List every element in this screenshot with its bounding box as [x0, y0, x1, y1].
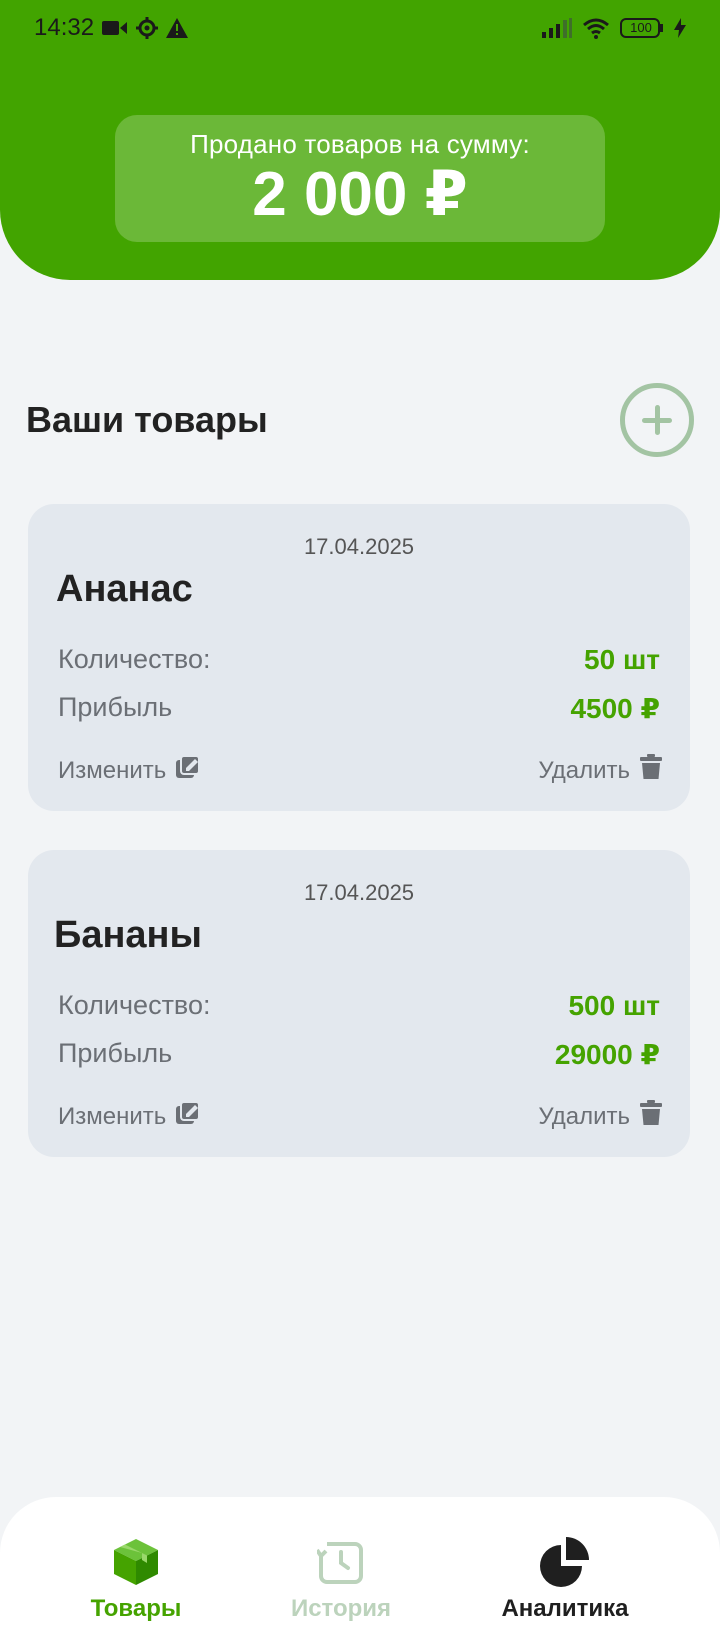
edit-label: Изменить	[58, 1102, 167, 1130]
delete-button[interactable]: Удалить	[538, 1100, 662, 1133]
edit-button[interactable]: Изменить	[58, 754, 202, 787]
add-product-button[interactable]	[620, 383, 694, 457]
edit-button[interactable]: Изменить	[58, 1100, 202, 1133]
edit-icon	[176, 1100, 202, 1133]
profit-value: 4500 ₽	[570, 693, 660, 724]
status-time: 14:32	[34, 14, 95, 41]
status-bar: 14:32 100	[0, 0, 720, 56]
battery-icon: 100	[620, 17, 664, 39]
nav-label-goods: Товары	[90, 1595, 182, 1622]
delete-label: Удалить	[538, 756, 630, 784]
product-name: Ананас	[56, 568, 193, 610]
trash-icon	[640, 1100, 662, 1133]
profit-label: Прибыль	[58, 692, 173, 722]
warning-icon	[166, 18, 189, 38]
product-name: Бананы	[54, 914, 202, 956]
product-date: 17.04.2025	[303, 534, 415, 559]
charging-icon	[674, 18, 686, 38]
nav-item-analytics[interactable]: Аналитика	[465, 1537, 665, 1623]
wifi-icon	[582, 17, 610, 39]
section-title: Ваши товары	[26, 399, 268, 440]
sales-summary-card: Продано товаров на сумму: 2 000 ₽	[115, 115, 605, 242]
header: 14:32 100 Продано товаров на сумму: 2 00…	[0, 0, 720, 280]
nav-item-history[interactable]: История	[241, 1537, 441, 1623]
product-card: 17.04.2025 Бананы Количество: 500 шт При…	[28, 850, 690, 1157]
profit-value: 29000 ₽	[554, 1039, 660, 1070]
quantity-value: 500 шт	[568, 990, 660, 1021]
quantity-value: 50 шт	[584, 644, 660, 675]
products-section-header: Ваши товары	[26, 380, 694, 460]
delete-button[interactable]: Удалить	[538, 754, 662, 787]
delete-label: Удалить	[538, 1102, 630, 1130]
nav-label-analytics: Аналитика	[501, 1595, 629, 1622]
sales-summary-label: Продано товаров на сумму:	[190, 129, 530, 159]
bottom-navigation: Товары История Аналитика	[0, 1497, 720, 1650]
quantity-label: Количество:	[58, 644, 211, 674]
nav-item-goods[interactable]: Товары	[36, 1537, 236, 1623]
box-icon	[36, 1537, 236, 1587]
product-date: 17.04.2025	[303, 880, 415, 905]
profit-label: Прибыль	[58, 1038, 173, 1068]
trash-icon	[640, 754, 662, 787]
edit-icon	[176, 754, 202, 787]
settings-gear-icon	[136, 17, 159, 39]
signal-icon	[542, 18, 572, 38]
edit-label: Изменить	[58, 756, 167, 784]
quantity-label: Количество:	[58, 990, 211, 1020]
sales-summary-value: 2 000 ₽	[252, 160, 468, 229]
product-card: 17.04.2025 Ананас Количество: 50 шт Приб…	[28, 504, 690, 811]
history-icon	[241, 1537, 441, 1587]
nav-label-history: История	[290, 1595, 392, 1622]
battery-level: 100	[630, 20, 652, 35]
pie-chart-icon	[465, 1537, 665, 1587]
video-icon	[102, 19, 128, 37]
